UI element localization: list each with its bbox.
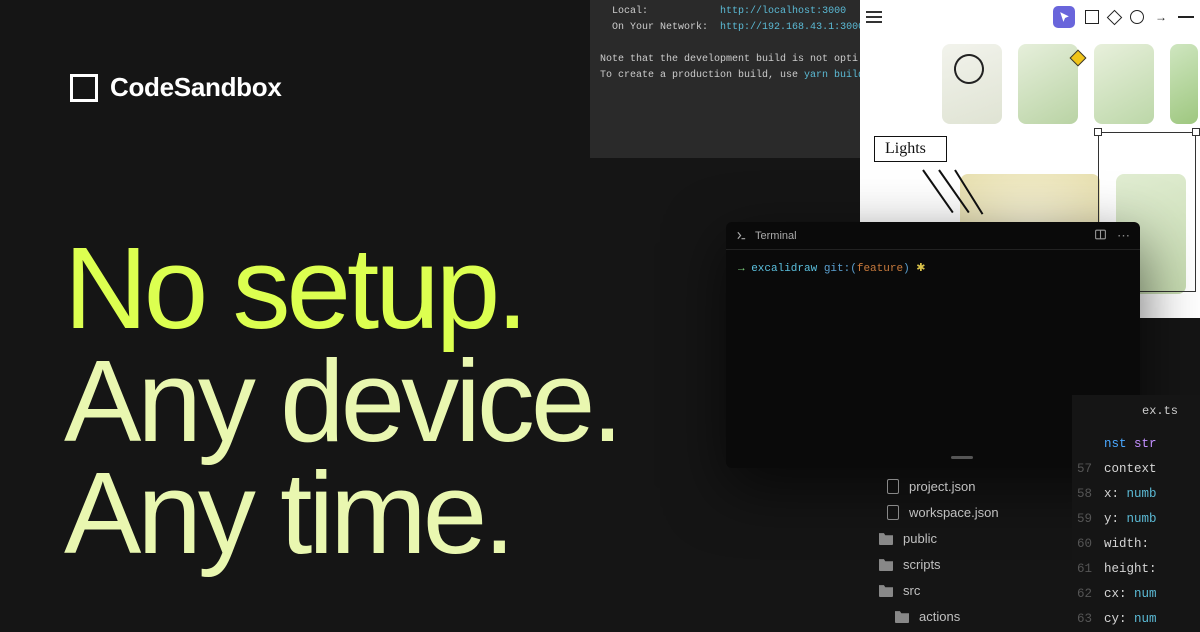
console-network-row: On Your Network: http://192.168.43.1:300… [600, 20, 850, 36]
tool-square[interactable] [1085, 10, 1099, 24]
excalidraw-toolbar: → [860, 4, 1200, 30]
code-line[interactable]: 63 cy: num [1072, 607, 1200, 632]
prompt-arrow-icon: → [738, 263, 751, 275]
prompt-dirty-icon: ✱ [916, 263, 925, 275]
folder-icon [879, 531, 893, 545]
folder-item-actions[interactable]: actions [857, 603, 1067, 629]
line-number: 57 [1072, 457, 1104, 482]
file-label: workspace.json [909, 505, 999, 520]
console-local-label: Local: [612, 6, 648, 17]
line-number: 58 [1072, 482, 1104, 507]
tool-diamond[interactable] [1107, 9, 1123, 25]
folder-icon [895, 609, 909, 623]
tool-arrow[interactable]: → [1154, 10, 1168, 24]
hero-headline: No setup. Any device. Any time. [64, 232, 620, 570]
folder-icon [879, 557, 893, 571]
folder-item-public[interactable]: public [857, 525, 1067, 551]
prompt-git: git:( [824, 263, 857, 275]
logo-icon [70, 74, 98, 102]
file-icon [887, 505, 899, 520]
terminal-icon [736, 230, 747, 241]
canvas-image-2[interactable] [1018, 44, 1078, 124]
line-number: 63 [1072, 607, 1104, 632]
editor-tab[interactable]: ex.ts [1072, 395, 1200, 432]
console-network-url: http://192.168.43.1:3000 [720, 22, 864, 33]
console-note-1: Note that the development build is not o… [600, 52, 850, 68]
brand-logo: CodeSandbox [70, 72, 282, 103]
tool-cursor[interactable] [1053, 6, 1075, 28]
prompt-branch: feature [857, 263, 903, 275]
code-line[interactable]: nst str [1072, 432, 1200, 457]
selection-handle-nw[interactable] [1094, 128, 1102, 136]
folder-icon [879, 583, 893, 597]
logo-text: CodeSandbox [110, 72, 282, 103]
folder-label: public [903, 531, 937, 546]
selection-handle-ne[interactable] [1192, 128, 1200, 136]
folder-label: scripts [903, 557, 941, 572]
folder-label: src [903, 583, 920, 598]
terminal-body[interactable]: → excalidraw git:(feature) ✱ [726, 250, 1140, 288]
code-line[interactable]: 61 height: [1072, 557, 1200, 582]
line-number: 62 [1072, 582, 1104, 607]
code-line[interactable]: 57 context [1072, 457, 1200, 482]
code-line[interactable]: 59 y: numb [1072, 507, 1200, 532]
drag-handle-icon[interactable] [951, 456, 973, 459]
split-icon[interactable] [1094, 228, 1107, 244]
line-number: 60 [1072, 532, 1104, 557]
canvas-label-lights[interactable]: Lights [874, 136, 947, 162]
headline-line-2: Any device. [64, 345, 620, 458]
tool-palette: → [1053, 6, 1194, 28]
tool-circle[interactable] [1130, 10, 1144, 24]
folder-item-scripts[interactable]: scripts [857, 551, 1067, 577]
canvas-arrow-1[interactable] [922, 169, 953, 213]
folder-item-src[interactable]: src [857, 577, 1067, 603]
file-icon [887, 479, 899, 494]
prompt-git-close: ) [903, 263, 910, 275]
code-line[interactable]: 58 x: numb [1072, 482, 1200, 507]
console-local-url: http://localhost:3000 [720, 6, 846, 17]
terminal-title: Terminal [755, 230, 797, 242]
headline-line-3: Any time. [64, 457, 620, 570]
code-line[interactable]: 62 cx: num [1072, 582, 1200, 607]
headline-line-1: No setup. [64, 232, 620, 345]
line-number: 61 [1072, 557, 1104, 582]
line-number: 59 [1072, 507, 1104, 532]
prompt-dir: excalidraw [751, 263, 817, 275]
dev-server-console: Local: http://localhost:3000 On Your Net… [590, 0, 860, 158]
tool-line[interactable] [1178, 16, 1194, 18]
file-item-project[interactable]: project.json [857, 473, 1067, 499]
console-local-row: Local: http://localhost:3000 [600, 4, 850, 20]
code-editor: ex.ts nst str 57 context 58 x: numb 59 y… [1072, 395, 1200, 632]
console-note-2: To create a production build, use yarn b… [600, 68, 850, 84]
canvas-image-3[interactable] [1094, 44, 1154, 124]
hamburger-icon[interactable] [866, 11, 882, 23]
more-icon[interactable]: ⋯ [1117, 228, 1130, 244]
file-label: project.json [909, 479, 975, 494]
canvas-image-4[interactable] [1170, 44, 1198, 124]
folder-label: actions [919, 609, 960, 624]
file-item-workspace[interactable]: workspace.json [857, 499, 1067, 525]
terminal-header: Terminal ⋯ [726, 222, 1140, 250]
console-network-label: On Your Network: [612, 22, 708, 33]
code-line[interactable]: 60 width: [1072, 532, 1200, 557]
file-explorer: project.json workspace.json public scrip… [857, 456, 1067, 629]
